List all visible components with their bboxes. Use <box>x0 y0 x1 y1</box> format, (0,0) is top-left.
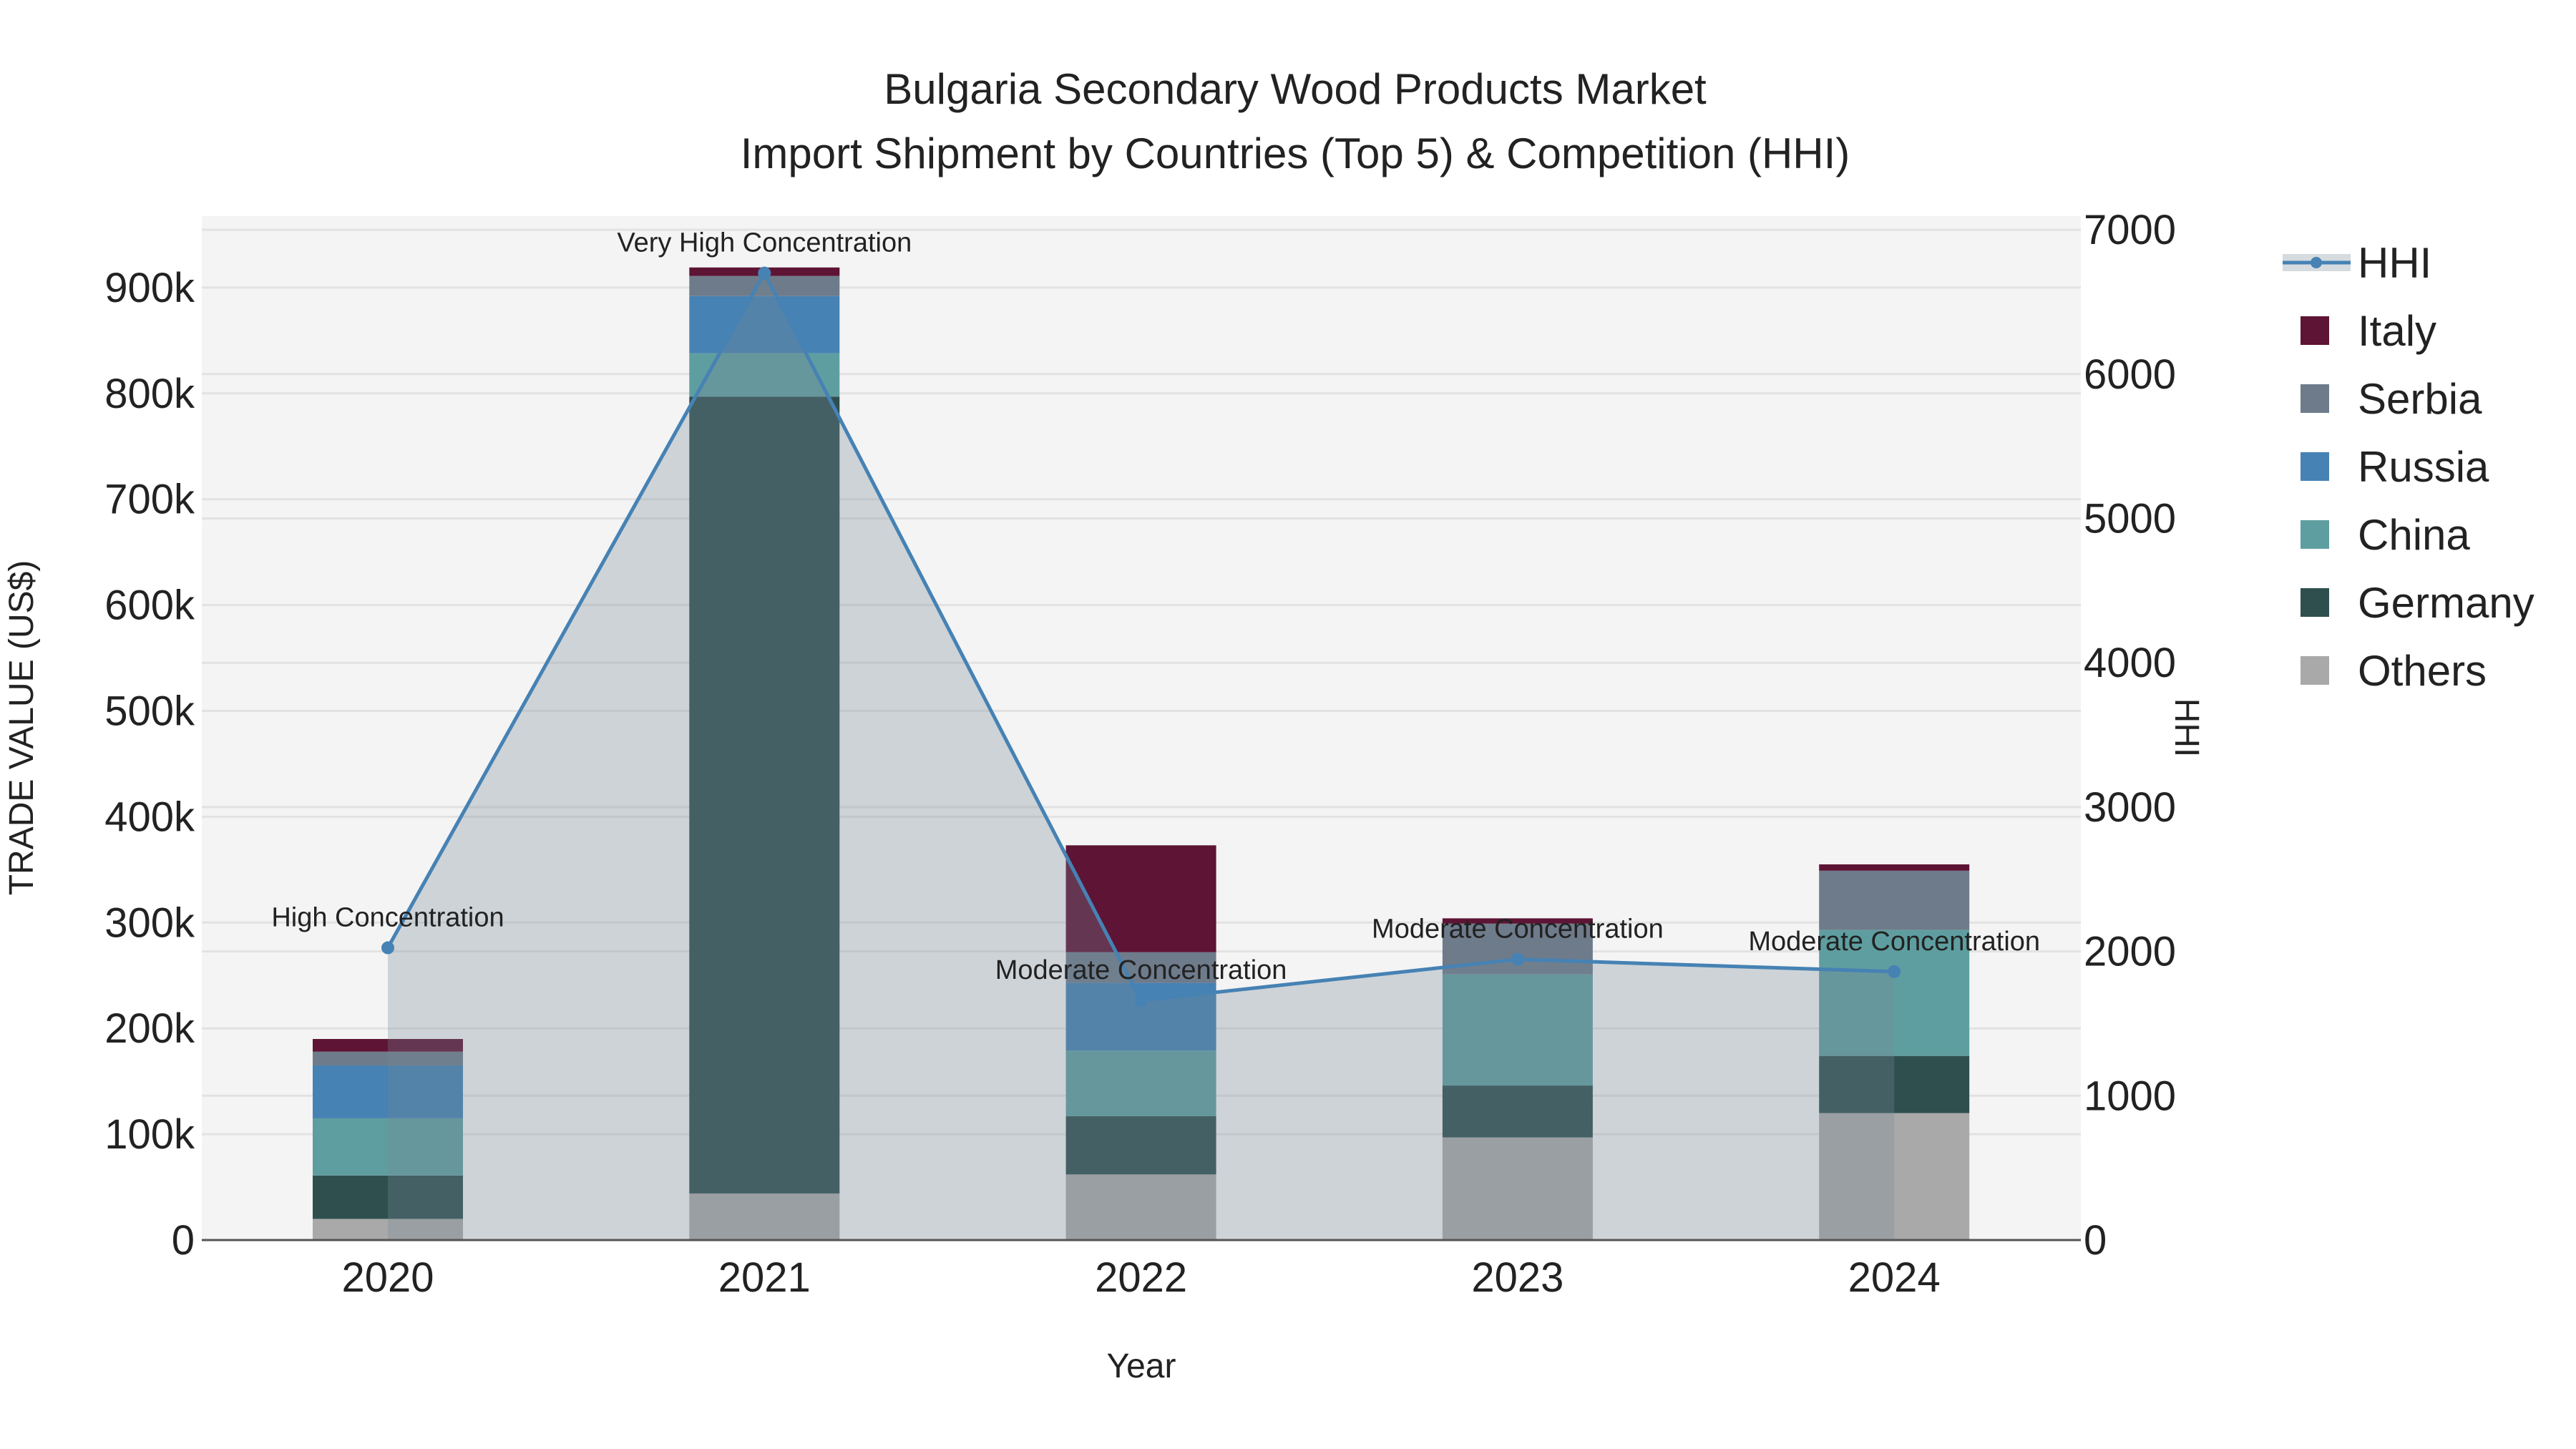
hhi-marker-2020 <box>381 941 394 955</box>
x-tick-label: 2024 <box>1848 1254 1941 1301</box>
hhi-marker-2023 <box>1511 952 1524 966</box>
legend-label-serbia: Serbia <box>2358 375 2482 423</box>
bar-serbia-2024 <box>1819 870 1970 930</box>
y-tick-label: 300k <box>104 899 195 946</box>
y-tick-label: 800k <box>104 371 195 417</box>
hhi-marker-2022 <box>1134 994 1148 1008</box>
y-tick-label: 600k <box>104 582 195 629</box>
y-tick-label: 0 <box>172 1217 195 1264</box>
y-tick-label: 900k <box>104 265 195 311</box>
chart-title: Bulgaria Secondary Wood Products Market <box>884 65 1707 113</box>
legend-swatch-serbia <box>2301 384 2329 413</box>
y2-tick-label: 3000 <box>2084 784 2176 831</box>
legend-swatch-others <box>2301 656 2329 685</box>
legend-label-germany: Germany <box>2358 579 2534 627</box>
y2-tick-label: 1000 <box>2084 1073 2176 1119</box>
y2-tick-label: 7000 <box>2084 207 2176 253</box>
hhi-marker-2024 <box>1888 965 1901 978</box>
y-tick-label: 200k <box>104 1005 195 1052</box>
y-tick-label: 700k <box>104 477 195 523</box>
y-tick-label: 400k <box>104 794 195 840</box>
y-tick-label: 500k <box>104 688 195 735</box>
x-tick-label: 2022 <box>1095 1254 1187 1301</box>
y-tick-label: 100k <box>104 1111 195 1158</box>
y2-tick-label: 0 <box>2084 1217 2107 1264</box>
bar-italy-2024 <box>1819 864 1970 871</box>
chart: High Concentration Very High Concentratio… <box>3 65 2534 1385</box>
hhi-annotation: Moderate Concentration <box>995 955 1287 985</box>
legend-label-italy: Italy <box>2358 307 2436 355</box>
hhi-marker-2021 <box>758 266 771 280</box>
y2-tick-label: 4000 <box>2084 640 2176 686</box>
hhi-annotation: Moderate Concentration <box>1748 927 2040 957</box>
legend: HHI Italy Serbia Russia China Germany Others <box>2283 239 2534 695</box>
hhi-annotation: Moderate Concentration <box>1372 914 1664 945</box>
legend-swatch-germany <box>2301 588 2329 617</box>
y2-tick-label: 2000 <box>2084 929 2176 975</box>
y-axis-ticks: 0 100k 200k 300k 400k 500k 600k 700k 800k 900k <box>104 265 195 1264</box>
chart-subtitle: Import Shipment by Countries (Top 5) & C… <box>741 130 1850 177</box>
legend-hhi-marker <box>2311 257 2322 268</box>
legend-label-china: China <box>2358 511 2470 559</box>
y2-axis-ticks: 0 1000 2000 3000 4000 5000 6000 7000 <box>2084 207 2176 1264</box>
y2-tick-label: 6000 <box>2084 351 2176 398</box>
hhi-annotation: High Concentration <box>271 903 504 933</box>
legend-swatch-italy <box>2301 316 2329 345</box>
legend-swatch-china <box>2301 520 2329 549</box>
y2-axis-title: HHI <box>2167 698 2205 758</box>
legend-swatch-russia <box>2301 452 2329 481</box>
x-axis-title: Year <box>1107 1347 1176 1385</box>
x-tick-label: 2020 <box>341 1254 434 1301</box>
legend-label-others: Others <box>2358 647 2487 695</box>
legend-label-russia: Russia <box>2358 443 2489 491</box>
x-axis-ticks: 2020 2021 2022 2023 2024 <box>341 1254 1940 1301</box>
x-tick-label: 2023 <box>1471 1254 1563 1301</box>
legend-label-hhi: HHI <box>2358 239 2431 287</box>
hhi-annotation: Very High Concentration <box>617 228 912 258</box>
x-tick-label: 2021 <box>718 1254 811 1301</box>
y-axis-title: TRADE VALUE (US$) <box>3 560 41 896</box>
y2-tick-label: 5000 <box>2084 496 2176 542</box>
